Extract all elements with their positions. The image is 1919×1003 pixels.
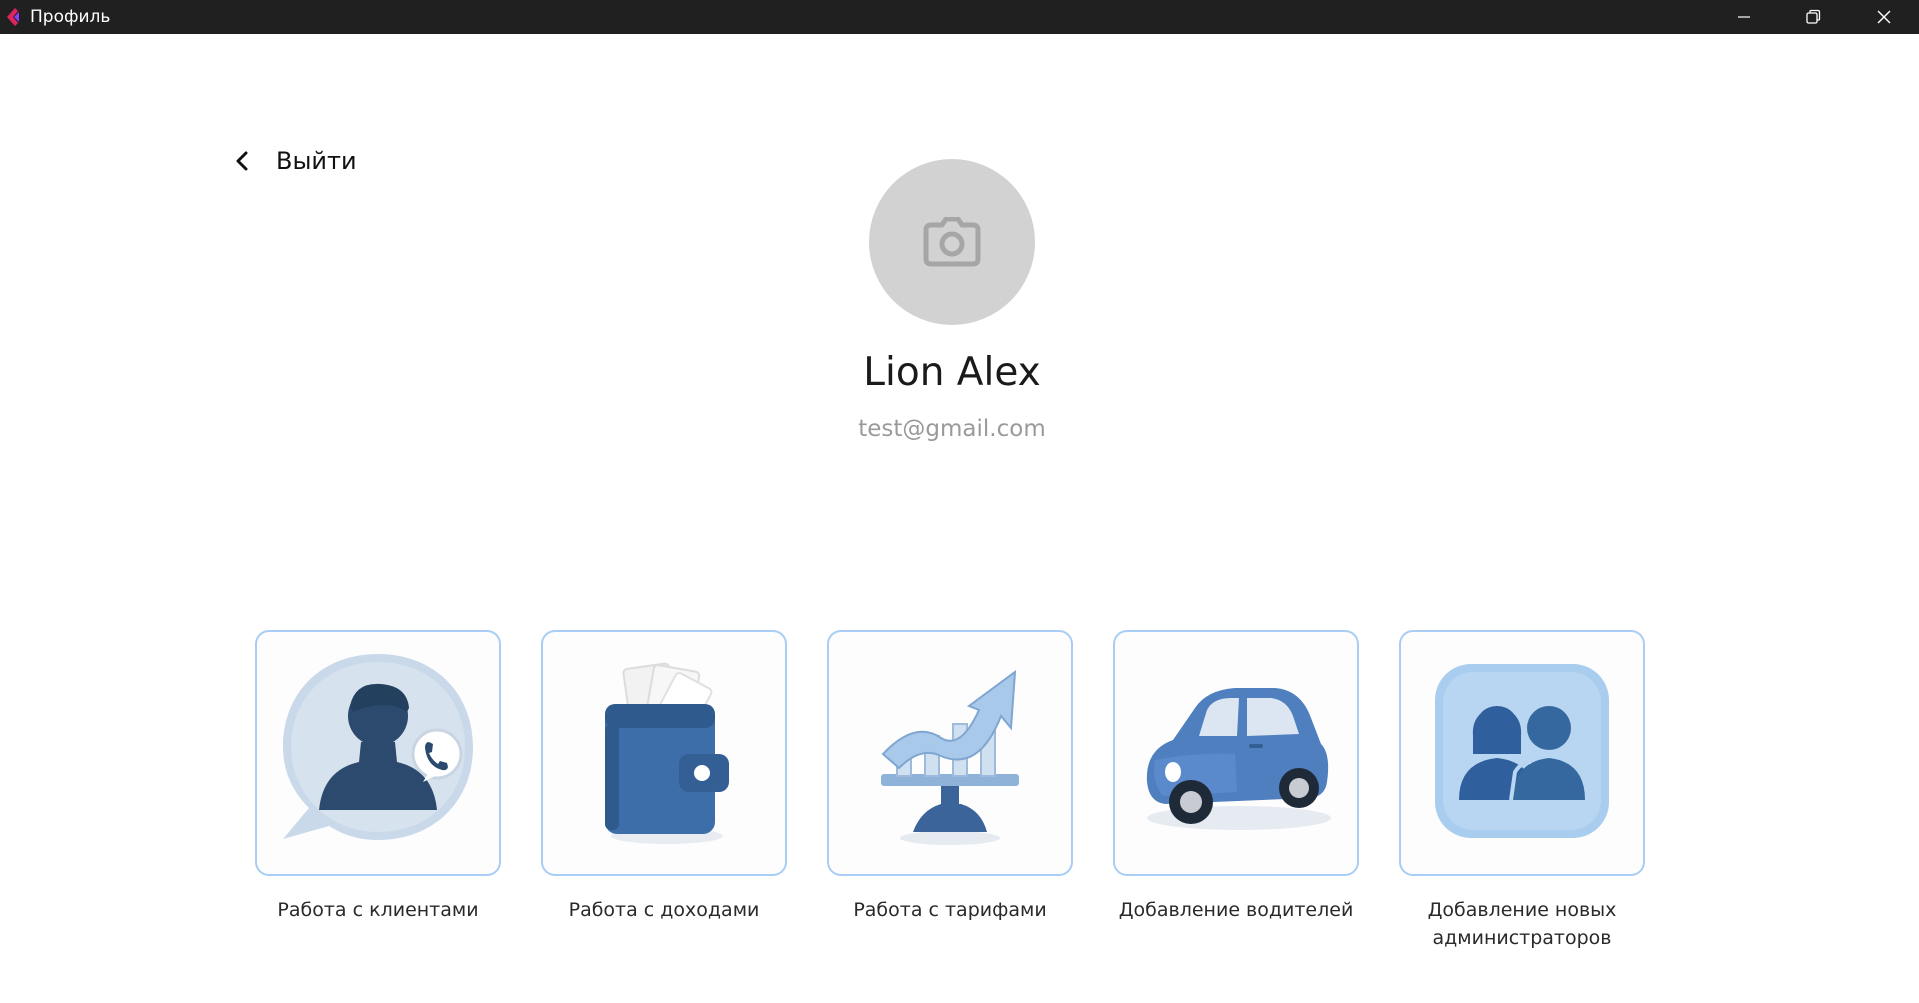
growth-chart-icon: [881, 669, 1019, 845]
menu-card[interactable]: [1399, 630, 1645, 876]
menu-item-income[interactable]: Работа с доходами: [541, 630, 787, 924]
menu-item-label: Работа с доходами: [568, 899, 760, 921]
menu-grid: Работа с клиентами Работа с доходами Раб…: [255, 630, 1655, 950]
menu-card[interactable]: [1113, 630, 1359, 876]
exit-button[interactable]: Выйти: [232, 140, 357, 182]
chevron-left-icon: [236, 151, 248, 171]
camera-icon: [923, 217, 981, 267]
wallet-icon: [605, 662, 729, 844]
minimize-icon: [1738, 16, 1750, 18]
car-icon: [1146, 688, 1331, 830]
menu-item-clients[interactable]: Работа с клиентами: [255, 630, 501, 924]
app-logo-icon: [7, 8, 19, 26]
menu-card[interactable]: [541, 630, 787, 876]
title-bar: Профиль: [0, 0, 1919, 34]
close-button[interactable]: [1850, 0, 1918, 34]
exit-label: Выйти: [276, 147, 357, 175]
restore-button[interactable]: [1779, 0, 1847, 34]
menu-card[interactable]: [255, 630, 501, 876]
customer-support-icon: [283, 654, 473, 840]
menu-item-label: Добавление водителей: [1118, 899, 1354, 921]
window-title: Профиль: [30, 7, 111, 27]
users-icon: [1435, 664, 1609, 838]
menu-item-drivers[interactable]: Добавление водителей: [1113, 630, 1359, 924]
menu-item-label: Работа с клиентами: [277, 899, 479, 921]
user-email: test@gmail.com: [858, 416, 1046, 442]
restore-icon: [1806, 9, 1821, 24]
user-name: Lion Alex: [863, 350, 1041, 395]
menu-item-tariffs[interactable]: Работа с тарифами: [827, 630, 1073, 924]
menu-card[interactable]: [827, 630, 1073, 876]
avatar[interactable]: [869, 159, 1035, 325]
minimize-button[interactable]: [1710, 0, 1778, 34]
menu-item-admins[interactable]: Добавление новых администраторов: [1399, 630, 1645, 952]
menu-item-label: Добавление новых администраторов: [1427, 899, 1617, 949]
close-icon: [1877, 10, 1891, 24]
menu-item-label: Работа с тарифами: [853, 899, 1047, 921]
